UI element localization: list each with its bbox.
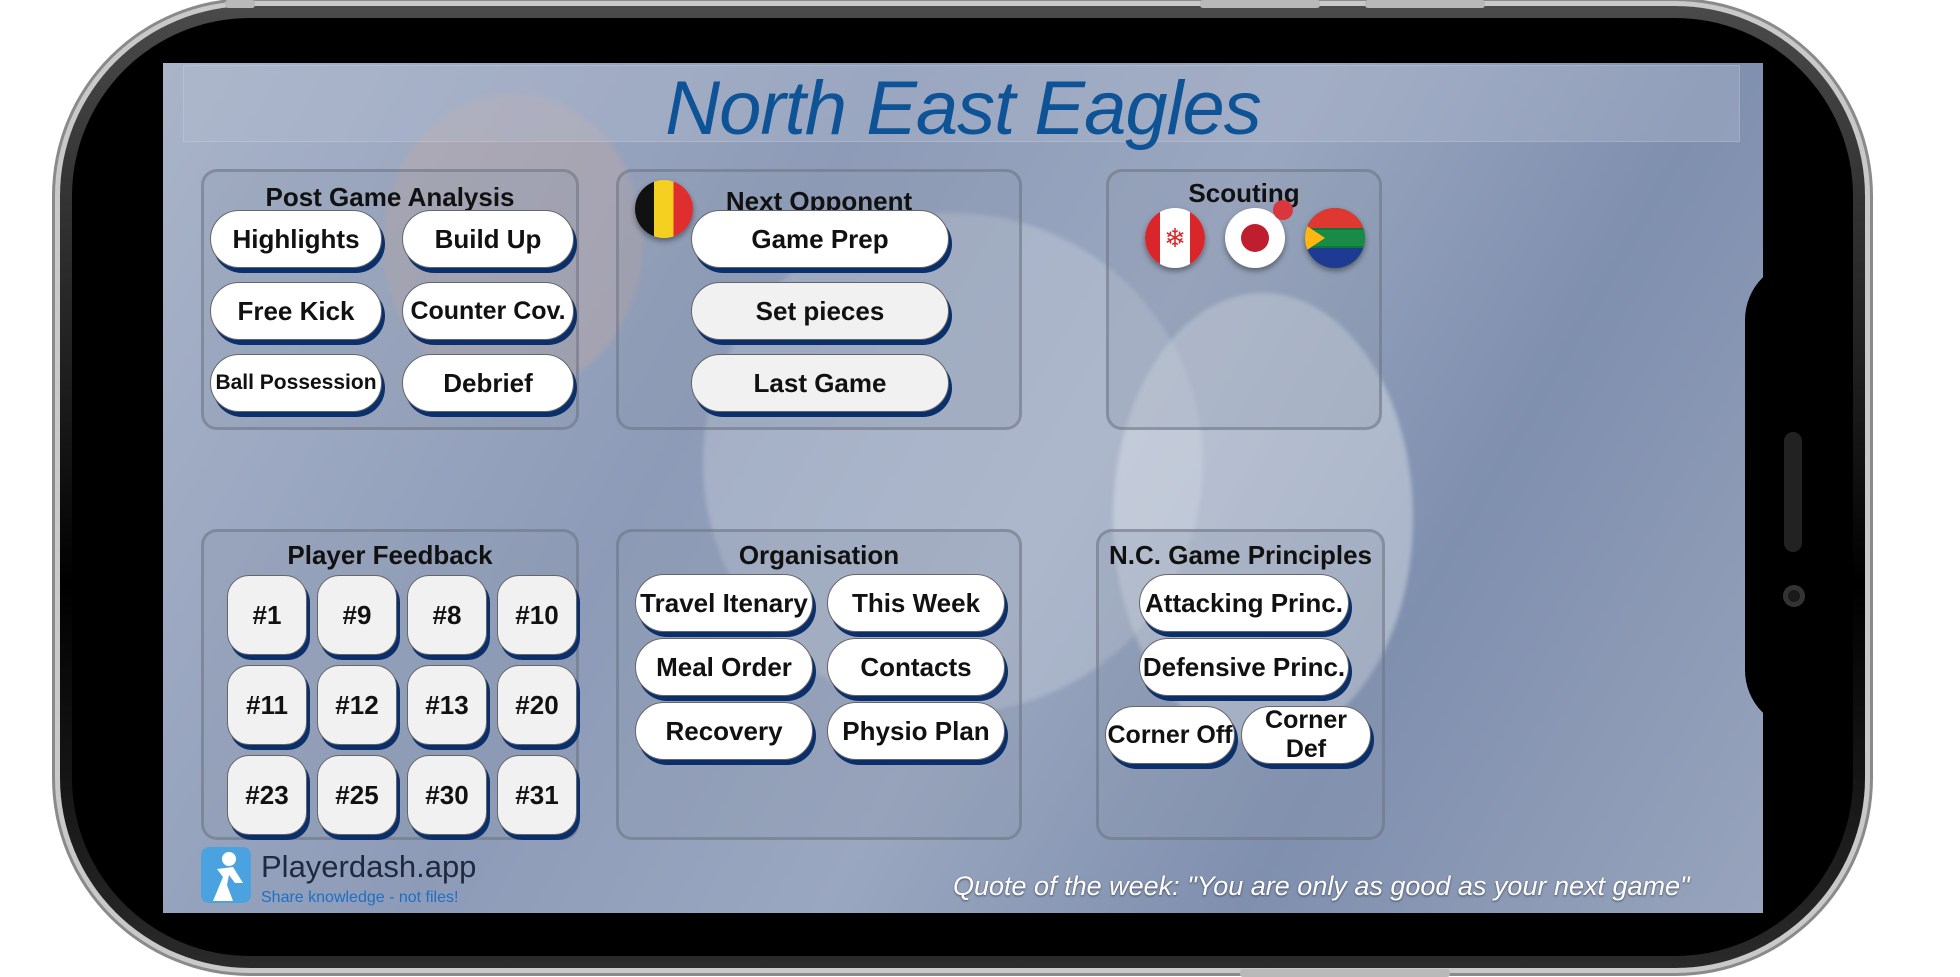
canada-flag-icon[interactable]: ❄ bbox=[1145, 208, 1205, 268]
player-button-9[interactable]: #9 bbox=[317, 575, 397, 655]
phone-speaker bbox=[1784, 432, 1802, 552]
south-africa-flag-icon[interactable] bbox=[1305, 208, 1365, 268]
player-button-13[interactable]: #13 bbox=[407, 665, 487, 745]
app-screen: North East Eagles Post Game Analysis Hig… bbox=[163, 63, 1763, 913]
defensive-princ-button[interactable]: Defensive Princ. bbox=[1139, 638, 1349, 696]
player-button-20[interactable]: #20 bbox=[497, 665, 577, 745]
game-principles-panel: N.C. Game Principles Attacking Princ. De… bbox=[1096, 529, 1385, 840]
attacking-princ-button[interactable]: Attacking Princ. bbox=[1139, 574, 1349, 632]
corner-off-button[interactable]: Corner Off bbox=[1105, 706, 1235, 764]
player-button-1[interactable]: #1 bbox=[227, 575, 307, 655]
player-button-30[interactable]: #30 bbox=[407, 755, 487, 835]
organisation-title: Organisation bbox=[738, 540, 900, 570]
player-button-23[interactable]: #23 bbox=[227, 755, 307, 835]
playerdash-logo[interactable]: Playerdash.app Share knowledge - not fil… bbox=[199, 843, 499, 913]
counter-cov-button[interactable]: Counter Cov. bbox=[402, 282, 574, 340]
playerdash-logo-icon bbox=[201, 847, 251, 903]
corner-def-button[interactable]: Corner Def bbox=[1241, 706, 1371, 764]
debrief-button[interactable]: Debrief bbox=[402, 354, 574, 412]
player-button-25[interactable]: #25 bbox=[317, 755, 397, 835]
game-prep-button[interactable]: Game Prep bbox=[691, 210, 949, 268]
free-kick-button[interactable]: Free Kick bbox=[210, 282, 382, 340]
page-title: North East Eagles bbox=[665, 66, 1262, 151]
build-up-button[interactable]: Build Up bbox=[402, 210, 574, 268]
physio-plan-button[interactable]: Physio Plan bbox=[827, 702, 1005, 760]
set-pieces-button[interactable]: Set pieces bbox=[691, 282, 949, 340]
player-button-10[interactable]: #10 bbox=[497, 575, 577, 655]
logo-name: Playerdash.app bbox=[261, 849, 477, 884]
notification-dot bbox=[1273, 200, 1293, 220]
player-button-31[interactable]: #31 bbox=[497, 755, 577, 835]
player-button-12[interactable]: #12 bbox=[317, 665, 397, 745]
player-button-8[interactable]: #8 bbox=[407, 575, 487, 655]
volume-up-button bbox=[1200, 0, 1320, 8]
player-feedback-title: Player Feedback bbox=[287, 540, 493, 570]
next-opponent-panel: Next Opponent Game Prep Set pieces Last … bbox=[616, 169, 1022, 430]
player-button-11[interactable]: #11 bbox=[227, 665, 307, 745]
organisation-panel: Organisation Travel Itenary This Week Me… bbox=[616, 529, 1022, 840]
highlights-button[interactable]: Highlights bbox=[210, 210, 382, 268]
ball-possession-button[interactable]: Ball Possession bbox=[210, 354, 382, 412]
this-week-button[interactable]: This Week bbox=[827, 574, 1005, 632]
recovery-button[interactable]: Recovery bbox=[635, 702, 813, 760]
quote-of-the-week: Quote of the week: "You are only as good… bbox=[953, 871, 1690, 901]
scouting-title: Scouting bbox=[1188, 178, 1300, 208]
scouting-panel: Scouting ❄ bbox=[1106, 169, 1382, 430]
post-game-title: Post Game Analysis bbox=[265, 182, 515, 212]
phone-camera bbox=[1783, 585, 1805, 607]
phone-button bbox=[225, 0, 255, 8]
travel-itenary-button[interactable]: Travel Itenary bbox=[635, 574, 813, 632]
meal-order-button[interactable]: Meal Order bbox=[635, 638, 813, 696]
power-button bbox=[1240, 969, 1450, 977]
last-game-button[interactable]: Last Game bbox=[691, 354, 949, 412]
contacts-button[interactable]: Contacts bbox=[827, 638, 1005, 696]
logo-tagline: Share knowledge - not files! bbox=[261, 889, 459, 906]
game-principles-title: N.C. Game Principles bbox=[1109, 540, 1372, 570]
post-game-panel: Post Game Analysis Highlights Build Up F… bbox=[201, 169, 579, 430]
volume-down-button bbox=[1365, 0, 1485, 8]
